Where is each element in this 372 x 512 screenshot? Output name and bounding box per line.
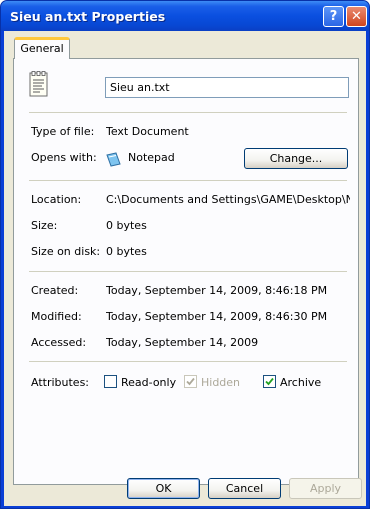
- created-label: Created:: [31, 284, 79, 297]
- created-value: Today, September 14, 2009, 8:46:18 PM: [106, 284, 328, 297]
- dialog-client: General Sieu an.txt Type of file: Text D…: [4, 31, 366, 506]
- change-button[interactable]: Change...: [244, 148, 348, 169]
- general-tab-panel: Sieu an.txt Type of file: Text Document …: [13, 58, 359, 485]
- text-document-icon: [29, 71, 48, 97]
- checkmark-icon: [265, 377, 274, 386]
- modified-value: Today, September 14, 2009, 8:46:30 PM: [106, 310, 328, 323]
- archive-checkbox[interactable]: [263, 375, 276, 388]
- accessed-value: Today, September 14, 2009: [106, 336, 259, 349]
- location-value: C:\Documents and Settings\GAME\Desktop\N…: [106, 193, 350, 206]
- help-button[interactable]: ?: [323, 6, 344, 27]
- opens-with-value: Notepad: [128, 151, 175, 164]
- apply-button: Apply: [289, 478, 362, 499]
- ok-button[interactable]: OK: [127, 478, 200, 499]
- hidden-label: Hidden: [201, 376, 241, 389]
- read-only-label[interactable]: Read-only: [121, 376, 176, 389]
- divider: [29, 271, 347, 272]
- notepad-icon: [106, 152, 121, 167]
- type-of-file-label: Type of file:: [31, 125, 95, 138]
- size-value: 0 bytes: [106, 219, 147, 232]
- close-button[interactable]: ✕: [346, 6, 367, 27]
- size-on-disk-label: Size on disk:: [31, 245, 101, 258]
- attributes-label: Attributes:: [31, 376, 90, 389]
- size-on-disk-value: 0 bytes: [106, 245, 147, 258]
- properties-dialog: Sieu an.txt Properties ? ✕ General Sieu …: [0, 0, 370, 509]
- divider: [29, 361, 347, 362]
- help-icon: ?: [329, 9, 338, 24]
- cancel-button[interactable]: Cancel: [208, 478, 281, 499]
- checkmark-icon: [186, 377, 195, 386]
- archive-label[interactable]: Archive: [280, 376, 321, 389]
- tab-general[interactable]: General: [14, 37, 70, 59]
- divider: [29, 112, 347, 113]
- window-title: Sieu an.txt Properties: [10, 9, 166, 24]
- read-only-checkbox[interactable]: [104, 375, 117, 388]
- type-of-file-value: Text Document: [106, 125, 189, 138]
- opens-with-label: Opens with:: [31, 151, 97, 164]
- title-bar[interactable]: Sieu an.txt Properties ? ✕: [1, 1, 369, 31]
- hidden-checkbox: [184, 375, 197, 388]
- close-icon: ✕: [351, 9, 362, 24]
- location-label: Location:: [31, 193, 82, 206]
- modified-label: Modified:: [31, 310, 82, 323]
- file-name-field[interactable]: Sieu an.txt: [105, 77, 349, 98]
- size-label: Size:: [31, 219, 58, 232]
- accessed-label: Accessed:: [31, 336, 87, 349]
- divider: [29, 180, 347, 181]
